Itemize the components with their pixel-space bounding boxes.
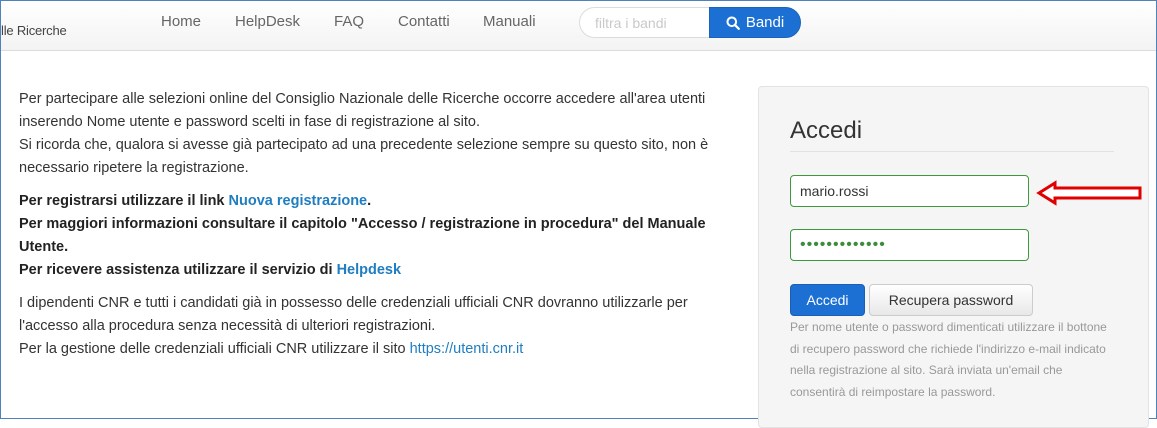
cnr-site-prefix: Per la gestione delle credenziali uffici…	[19, 341, 410, 357]
helpdesk-link[interactable]: Helpdesk	[337, 262, 401, 278]
search-bandi-input[interactable]	[579, 7, 709, 38]
password-field[interactable]	[790, 229, 1029, 261]
nav-home[interactable]: Home	[161, 13, 201, 30]
intro-text-1: Per partecipare alle selezioni online de…	[19, 91, 706, 130]
intro-section: Per partecipare alle selezioni online de…	[19, 88, 744, 371]
manual-info: Per maggiori informazioni consultare il …	[19, 216, 706, 255]
annotation-arrow-icon	[1036, 180, 1142, 206]
login-divider	[790, 151, 1114, 152]
nav-faq[interactable]: FAQ	[334, 13, 364, 30]
nav-contatti[interactable]: Contatti	[398, 13, 450, 30]
utenti-cnr-link[interactable]: https://utenti.cnr.it	[410, 341, 524, 357]
top-navbar: lle Ricerche Home HelpDesk FAQ Contatti …	[1, 1, 1156, 51]
nav-helpdesk[interactable]: HelpDesk	[235, 13, 300, 30]
login-submit-button[interactable]: Accedi	[790, 284, 865, 316]
registration-suffix: .	[367, 193, 372, 209]
cnr-text: I dipendenti CNR e tutti i candidati già…	[19, 295, 688, 334]
password-help-text: Per nome utente o password dimenticati u…	[790, 320, 1107, 399]
login-title: Accedi	[790, 117, 863, 144]
login-panel: Accedi Accedi Recupera password Per nome…	[758, 86, 1149, 428]
search-bandi-button[interactable]: Bandi	[709, 7, 801, 38]
brand-logo-text[interactable]: lle Ricerche	[1, 23, 67, 38]
intro-paragraph: Per partecipare alle selezioni online de…	[19, 88, 744, 180]
search-button-label: Bandi	[745, 14, 785, 31]
username-field[interactable]	[790, 175, 1029, 207]
nav-manuali[interactable]: Manuali	[483, 13, 536, 30]
registration-info: Per registrarsi utilizzare il link Nuova…	[19, 190, 744, 282]
registration-prefix: Per registrarsi utilizzare il link	[19, 193, 229, 209]
new-registration-link[interactable]: Nuova registrazione	[229, 193, 368, 209]
intro-text-2: Si ricorda che, qualora si avesse già pa…	[19, 137, 709, 176]
cnr-credentials-info: I dipendenti CNR e tutti i candidati già…	[19, 292, 744, 361]
recover-password-button[interactable]: Recupera password	[869, 284, 1033, 316]
assistance-prefix: Per ricevere assistenza utilizzare il se…	[19, 262, 337, 278]
search-icon	[726, 16, 740, 30]
